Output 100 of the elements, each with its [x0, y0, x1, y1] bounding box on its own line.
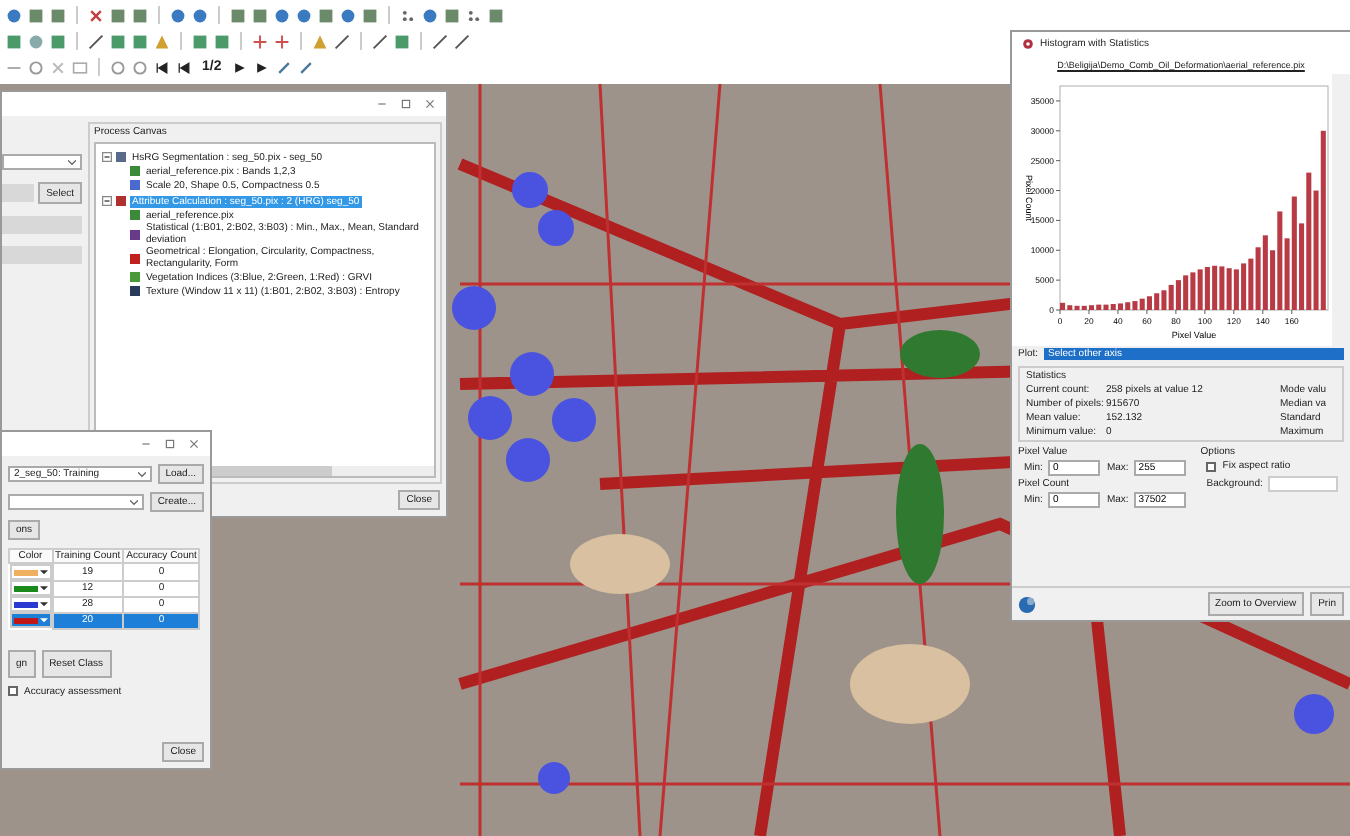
bar: [1313, 190, 1319, 310]
minimize-icon[interactable]: [140, 438, 152, 450]
circle-icon[interactable]: [274, 7, 290, 23]
caret-icon[interactable]: [39, 569, 47, 575]
skip-icon[interactable]: [154, 59, 170, 75]
square-icon[interactable]: [252, 7, 268, 23]
circle-icon[interactable]: [6, 7, 22, 23]
cross-icon[interactable]: [252, 33, 268, 49]
bar: [1168, 284, 1174, 310]
square-icon[interactable]: [132, 33, 148, 49]
caret-icon: [137, 471, 146, 477]
bar: [1132, 301, 1138, 310]
color-swatch[interactable]: [13, 601, 37, 607]
bar: [1154, 293, 1160, 310]
cross-icon[interactable]: [274, 33, 290, 49]
line-icon[interactable]: [454, 33, 470, 49]
collapse-icon[interactable]: [102, 196, 112, 206]
color-swatch[interactable]: [13, 617, 37, 623]
square-icon[interactable]: [6, 33, 22, 49]
bar: [1248, 258, 1254, 310]
bar: [1197, 269, 1203, 310]
bar: [1125, 302, 1131, 310]
bar: [1233, 269, 1239, 310]
checkbox[interactable]: [1206, 461, 1217, 471]
circle-icon[interactable]: [110, 59, 126, 75]
minimize-icon[interactable]: [376, 98, 388, 110]
bar: [1139, 298, 1145, 310]
bar: [1291, 196, 1297, 310]
line-icon[interactable]: [334, 33, 350, 49]
bar: [1060, 302, 1066, 310]
bar: [1103, 304, 1109, 310]
bar: [1117, 303, 1124, 310]
caret-icon[interactable]: [39, 585, 47, 591]
circle-icon[interactable]: [28, 33, 44, 49]
square-icon[interactable]: [192, 33, 208, 49]
bar: [1270, 250, 1276, 310]
caret-icon[interactable]: [39, 601, 47, 607]
bar: [1190, 272, 1196, 310]
line-icon[interactable]: [88, 33, 104, 49]
square-icon[interactable]: [132, 7, 148, 23]
triangle-icon[interactable]: [154, 33, 170, 49]
bar: [1284, 238, 1290, 310]
triangle-icon[interactable]: [312, 33, 328, 49]
circle-icon[interactable]: [132, 59, 148, 75]
circle-icon[interactable]: [296, 7, 312, 23]
square-icon[interactable]: [214, 33, 230, 49]
bar: [1320, 130, 1326, 310]
color-swatch[interactable]: [13, 585, 37, 591]
square-icon[interactable]: [362, 7, 378, 23]
close-icon[interactable]: [424, 98, 436, 110]
bar: [1226, 268, 1232, 310]
circle-icon[interactable]: [422, 7, 438, 23]
square-icon[interactable]: [72, 59, 88, 75]
bar: [1255, 247, 1261, 310]
cross-icon[interactable]: [88, 7, 104, 23]
dots-icon[interactable]: [400, 7, 416, 23]
close-icon[interactable]: [188, 438, 200, 450]
circle-icon[interactable]: [192, 7, 208, 23]
background-field[interactable]: [1268, 476, 1338, 492]
square-icon[interactable]: [28, 7, 44, 23]
sand-patch: [570, 534, 670, 594]
bar: [1277, 211, 1283, 310]
square-icon[interactable]: [50, 7, 66, 23]
circle-icon[interactable]: [170, 7, 186, 23]
skip-icon[interactable]: [176, 59, 192, 75]
square-icon[interactable]: [230, 7, 246, 23]
bar: [1306, 172, 1312, 310]
bar: [1299, 223, 1305, 310]
checkbox[interactable]: [8, 686, 18, 696]
storage-tank: [538, 762, 570, 794]
circle-icon[interactable]: [340, 7, 356, 23]
storage-tank: [1294, 694, 1334, 734]
square-icon[interactable]: [444, 7, 460, 23]
square-icon[interactable]: [488, 7, 504, 23]
app-icon: [1022, 38, 1034, 50]
bar: [1110, 304, 1116, 310]
bar: [1241, 263, 1247, 310]
color-swatch[interactable]: [13, 569, 37, 575]
bar: [1175, 280, 1181, 310]
square-icon[interactable]: [50, 33, 66, 49]
bar: [1212, 265, 1218, 310]
bar: [1183, 275, 1189, 310]
square-icon[interactable]: [110, 33, 126, 49]
caret-icon: [129, 499, 138, 505]
disabled-field: [2, 184, 35, 202]
maximize-icon[interactable]: [164, 438, 176, 450]
collapse-icon[interactable]: [102, 152, 112, 162]
square-icon[interactable]: [110, 7, 126, 23]
help-icon[interactable]: [1018, 595, 1036, 613]
square-icon[interactable]: [394, 33, 410, 49]
square-icon[interactable]: [318, 7, 334, 23]
bar: [1262, 235, 1268, 310]
dropdown[interactable]: [8, 494, 144, 510]
line-icon[interactable]: [372, 33, 388, 49]
circle-icon[interactable]: [28, 59, 44, 75]
maximize-icon[interactable]: [400, 98, 412, 110]
dots-icon[interactable]: [466, 7, 482, 23]
line-icon[interactable]: [432, 33, 448, 49]
dropdown[interactable]: [2, 154, 82, 170]
disabled-field: [2, 246, 82, 264]
